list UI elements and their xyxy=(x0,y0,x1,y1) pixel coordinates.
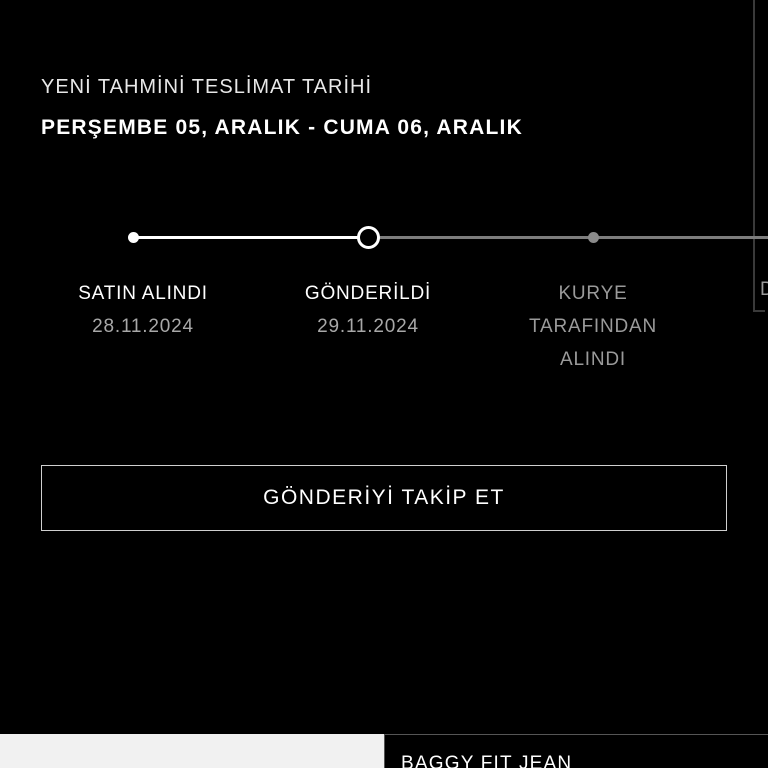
progress-line-pending xyxy=(369,236,768,239)
step-name: SATIN ALINDI xyxy=(78,283,208,304)
step-picked-up-by-courier: KURYE TARAFINDAN ALINDI xyxy=(503,277,683,376)
step-name: GÖNDERİLDİ xyxy=(304,283,432,304)
step-date: 28.11.2024 xyxy=(92,316,194,337)
product-name: BAGGY FIT JEAN xyxy=(401,753,573,768)
step-name: KURYE TARAFINDAN ALINDI xyxy=(529,283,657,370)
step-dot-courier xyxy=(588,232,599,243)
order-tracking-page: YENİ TAHMİNİ TESLİMAT TARİHİ PERŞEMBE 05… xyxy=(0,0,768,768)
step-purchased: SATIN ALINDI 28.11.2024 xyxy=(53,277,233,343)
estimated-delivery-date: PERŞEMBE 05, ARALIK - CUMA 06, ARALIK xyxy=(41,116,523,139)
track-shipment-button[interactable]: GÖNDERİYİ TAKİP ET xyxy=(41,465,727,531)
step-shipped: GÖNDERİLDİ 29.11.2024 xyxy=(278,277,458,343)
step-date: 29.11.2024 xyxy=(317,316,419,337)
product-info-panel[interactable]: BAGGY FIT JEAN xyxy=(384,734,768,768)
step-delivered-truncated: D xyxy=(760,279,768,300)
estimated-delivery-label: YENİ TAHMİNİ TESLİMAT TARİHİ xyxy=(41,76,373,98)
product-image[interactable] xyxy=(0,734,384,768)
step-dot-purchased xyxy=(128,232,139,243)
vertical-scrollbar[interactable] xyxy=(753,0,765,312)
progress-line-completed xyxy=(133,236,369,239)
step-dot-shipped-current xyxy=(357,226,380,249)
